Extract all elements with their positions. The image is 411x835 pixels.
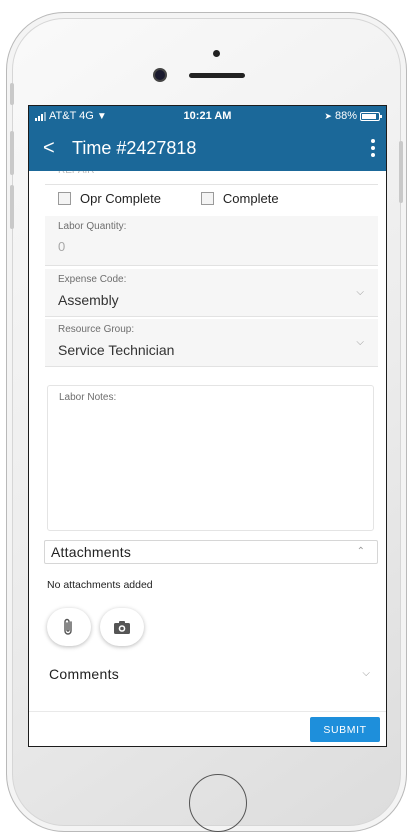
volume-up-button [10,131,14,175]
opr-complete-label: Opr Complete [80,191,161,206]
attachments-title: Attachments [51,544,132,560]
status-bar: AT&T 4G ▼ 10:21 AM ➤ 88% [29,106,386,126]
comments-title: Comments [49,666,120,682]
page-title: Time #2427818 [72,138,197,158]
resource-group-select[interactable]: Resource Group: Service Technician ⌵ [45,319,378,367]
chevron-down-icon: ⌵ [356,337,364,348]
divider [29,711,386,712]
chevron-up-icon: ⌃ [356,546,365,557]
chevron-down-icon: ⌵ [356,287,364,298]
back-button[interactable]: < [43,137,55,160]
complete-label: Complete [222,191,279,206]
completion-checkboxes: Opr Complete Complete [58,191,279,206]
mute-switch [10,83,14,105]
power-button [399,141,403,203]
earpiece-speaker [189,73,245,78]
battery-percent: 88% [334,110,357,122]
no-attachments-text: No attachments added [47,579,153,591]
labor-notes-label: Labor Notes: [59,392,117,403]
labor-quantity-label: Labor Quantity: [58,221,127,232]
battery-icon [360,111,382,121]
labor-quantity-input[interactable]: 0 [58,239,65,254]
resource-group-label: Resource Group: [58,324,135,335]
proximity-sensor [213,50,220,57]
labor-notes-textarea[interactable]: Labor Notes: [47,385,374,531]
expense-code-select[interactable]: Expense Code: Assembly ⌵ [45,269,378,317]
comments-header[interactable]: Comments ⌵ [49,666,378,690]
app-bar: < Time #2427818 [29,126,386,171]
paperclip-icon [64,618,72,635]
complete-checkbox[interactable] [200,192,214,205]
screen: AT&T 4G ▼ 10:21 AM ➤ 88% < Time #2427818… [28,105,387,747]
resource-group-value: Service Technician [58,342,175,358]
more-vertical-icon[interactable] [370,139,376,157]
take-photo-button[interactable] [100,608,144,646]
volume-down-button [10,185,14,229]
chevron-down-icon: ⌵ [362,668,370,679]
expense-code-value: Assembly [58,292,119,308]
expense-code-label: Expense Code: [58,274,127,285]
labor-quantity-field[interactable]: Labor Quantity: 0 [45,216,378,266]
home-button[interactable] [189,774,247,832]
location-icon: ➤ [324,110,332,121]
camera-icon [114,620,130,634]
time-entry-form: REPAIR Opr Complete Complete Labor Quant… [29,171,386,746]
attachments-header[interactable]: Attachments ⌃ [44,540,378,564]
divider [45,184,378,185]
front-camera [155,70,165,80]
opr-complete-checkbox[interactable] [58,192,71,205]
attach-file-button[interactable] [47,608,91,646]
submit-button[interactable]: SUBMIT [310,717,380,742]
